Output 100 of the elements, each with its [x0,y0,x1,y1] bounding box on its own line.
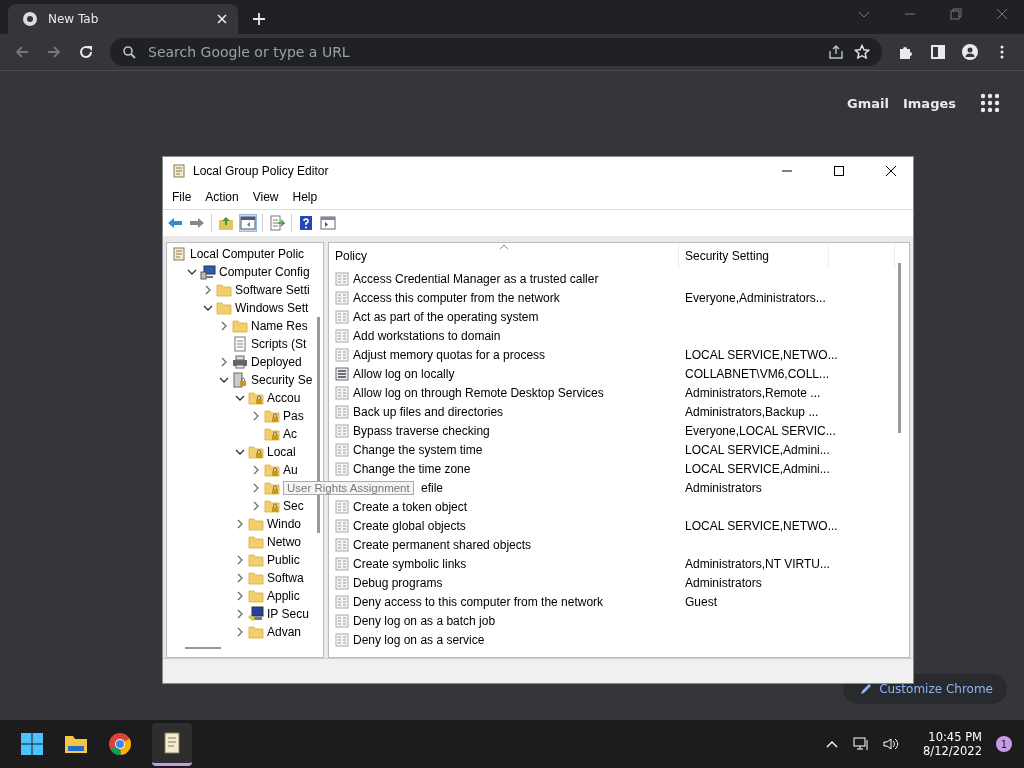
tree-toggle-icon[interactable] [240,215,256,231]
tree-item[interactable]: Deployed [251,355,302,369]
restore-icon[interactable] [950,8,962,20]
menu-item[interactable]: View [252,190,279,204]
policy-name[interactable]: Access this computer from the network [353,290,560,305]
share-icon[interactable] [828,44,844,60]
chevron-right-icon[interactable] [251,501,261,511]
puzzle-icon[interactable] [898,44,914,60]
policy-name[interactable]: Create symbolic links [353,556,467,571]
network-icon[interactable] [853,736,870,752]
policy-name[interactable]: Create permanent shared objects [353,537,532,552]
menu-item[interactable]: File [172,190,192,204]
profile-icon[interactable] [962,44,978,60]
tree-item[interactable]: Security Se [251,373,313,387]
policy-name[interactable]: Back up files and directories [353,404,504,419]
address-bar[interactable]: Search Google or type a URL [110,38,882,66]
chevron-right-icon[interactable] [235,591,245,601]
policy-name[interactable]: Deny access to this computer from the network [353,594,604,609]
export-list-icon[interactable] [269,215,285,231]
tree-item[interactable]: Softwa [267,571,304,585]
policy-name[interactable]: Create global objects [353,518,466,533]
browser-logo-icon[interactable] [108,732,132,756]
speaker-icon[interactable] [883,736,900,752]
taskbar-app[interactable] [152,722,192,766]
policy-name[interactable]: Access Credential Manager as a trusted caller [353,271,599,286]
chevron-down-icon[interactable] [219,375,229,385]
star-icon[interactable] [854,44,870,60]
chevron-right-icon[interactable] [235,573,245,583]
chevron-down-icon[interactable] [235,447,245,457]
back-arrow-icon[interactable] [14,44,30,60]
policy-name[interactable]: Act as part of the operating system [353,309,539,324]
chevron-down-icon[interactable] [203,303,213,313]
tree-item[interactable]: Local Computer Polic [190,247,305,261]
header-link[interactable]: Images [903,95,956,111]
chevron-right-icon[interactable] [235,555,245,565]
policy-name[interactable]: Deny log on as a batch job [353,613,496,628]
tree-item[interactable]: Windo [267,517,301,531]
reload-icon[interactable] [78,44,94,60]
side-panel-icon[interactable] [930,44,946,60]
policy-name[interactable]: Allow log on locally [353,366,455,381]
apps-grid-icon[interactable] [980,93,1000,113]
chevron-down-icon[interactable] [187,267,197,277]
chevron-right-icon[interactable] [235,519,245,529]
chevron-right-icon[interactable] [203,285,213,295]
new-tab-icon[interactable] [252,12,266,26]
tree-item[interactable]: Name Res [251,319,308,333]
close-icon[interactable] [885,165,897,177]
notification-badge[interactable]: 1 [996,736,1012,752]
panel-icon[interactable] [320,215,336,231]
tree-item[interactable]: Ac [283,427,297,441]
address-field[interactable]: Search Google or type a URL [146,43,818,61]
policy-name[interactable]: Deny log on as a service [353,632,485,647]
forward-arrow-icon[interactable] [46,44,62,60]
tree-item[interactable]: IP Secu [267,607,309,621]
policy-name[interactable]: efile [421,480,443,495]
back-arrow-icon[interactable] [167,215,183,231]
policy-name[interactable]: Add workstations to domain [353,328,501,343]
maximize-icon[interactable] [833,165,845,177]
folder-up-icon[interactable] [218,215,234,231]
tree-item[interactable]: Computer Config [219,265,310,279]
start-icon[interactable] [20,732,44,756]
tree-item[interactable]: Scripts (St [251,337,307,351]
tree-item[interactable]: Local [267,445,296,459]
policy-name[interactable]: Allow log on through Remote Desktop Services [353,385,604,400]
chevron-right-icon[interactable] [235,609,245,619]
chevron-right-icon[interactable] [219,357,229,367]
tree-item[interactable]: Applic [267,589,300,603]
chevron-right-icon[interactable] [219,321,229,331]
tree-item[interactable]: Pas [283,409,304,423]
chevron-right-icon[interactable] [235,627,245,637]
column-header[interactable]: Security Setting [679,243,829,269]
tree-item[interactable]: Windows Sett [235,301,309,315]
tree-item[interactable]: Sec [283,499,304,513]
policy-name[interactable]: Bypass traverse checking [353,423,490,438]
clock-time[interactable]: 10:45 PM [928,730,982,744]
help-icon[interactable] [298,215,314,231]
header-link[interactable]: Gmail [847,95,889,111]
tree-item[interactable]: Advan [267,625,302,639]
tree-item[interactable]: Public [267,553,300,567]
scrollbar-thumb[interactable] [185,647,221,649]
policy-name[interactable]: Adjust memory quotas for a process [353,347,546,362]
policy-name[interactable]: Change the system time [353,442,483,457]
menu-item[interactable]: Action [205,190,239,204]
clock-date[interactable]: 8/12/2022 [923,744,982,758]
chevron-right-icon[interactable] [251,465,261,475]
chevron-down-icon[interactable] [235,393,245,403]
scrollbar-thumb[interactable] [898,263,901,433]
policy-name[interactable]: Debug programs [353,575,443,590]
browser-tab[interactable]: New Tab [8,4,238,34]
tree-item[interactable]: Au [283,463,298,477]
chevron-right-icon[interactable] [251,483,261,493]
menu-item[interactable]: Help [292,190,318,204]
tree-item[interactable]: Software Setti [235,283,310,297]
chevron-right-icon[interactable] [251,411,261,421]
policy-name[interactable]: Change the time zone [353,461,471,476]
forward-arrow-icon[interactable] [189,215,205,231]
policy-name[interactable]: Create a token object [353,499,468,514]
tree-item[interactable]: Accou [267,391,301,405]
tree-item[interactable]: Netwo [267,535,301,549]
column-header[interactable]: Policy [329,243,679,269]
